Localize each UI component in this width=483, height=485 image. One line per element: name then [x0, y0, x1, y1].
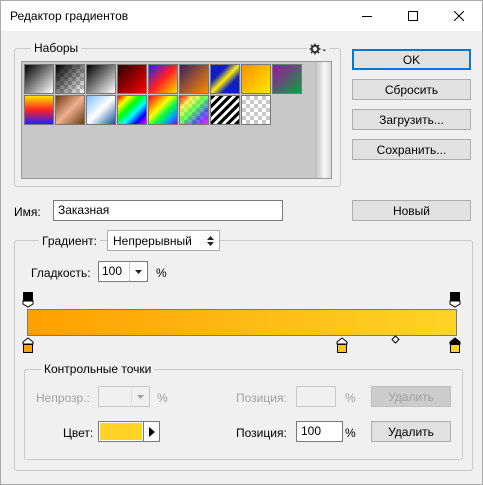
name-label: Имя:: [14, 205, 41, 219]
preset-swatch[interactable]: [148, 64, 178, 94]
smoothness-label: Гладкость:: [31, 266, 91, 280]
opacity-stop-left[interactable]: [22, 291, 35, 308]
delete-color-stop-button[interactable]: Удалить: [371, 421, 451, 442]
preset-swatch[interactable]: [272, 64, 302, 94]
gradient-type-select[interactable]: Непрерывный: [107, 230, 220, 251]
preset-swatch[interactable]: [86, 64, 116, 94]
presets-list[interactable]: [21, 61, 332, 179]
opacity-label: Непрозр.:: [36, 391, 90, 405]
updown-arrows-icon: [207, 236, 214, 246]
smoothness-dropdown[interactable]: [129, 262, 147, 281]
preset-swatch[interactable]: [55, 64, 85, 94]
preset-swatch[interactable]: [86, 95, 116, 125]
gradient-preview-bar[interactable]: [27, 309, 457, 336]
presets-legend: Наборы: [31, 41, 82, 55]
minimize-icon: [362, 16, 372, 17]
triangle-right-icon: [148, 426, 155, 437]
smoothness-input[interactable]: 100: [98, 261, 148, 282]
color-stop-middle[interactable]: [336, 337, 349, 354]
color-stop-left[interactable]: [22, 337, 35, 354]
gradient-type-label: Градиент:: [39, 234, 101, 248]
presets-menu-button[interactable]: [307, 41, 329, 56]
maximize-icon: [408, 11, 418, 21]
minimize-button[interactable]: [344, 1, 390, 31]
new-button[interactable]: Новый: [352, 200, 471, 221]
preset-swatch[interactable]: [24, 95, 54, 125]
color-position-unit: %: [345, 426, 356, 440]
preset-swatch[interactable]: [210, 95, 240, 125]
color-position-input[interactable]: 100: [296, 421, 343, 442]
window-title: Редактор градиентов: [10, 9, 129, 23]
chevron-down-icon: [135, 269, 142, 274]
chevron-down-icon: [137, 394, 144, 399]
preset-swatch[interactable]: [210, 64, 240, 94]
close-icon: [454, 11, 464, 21]
ok-button[interactable]: OK: [352, 49, 471, 70]
gradient-editor-window: Редактор градиентов Наборы OK Сбросить З…: [0, 0, 483, 485]
smoothness-value: 100: [102, 264, 123, 278]
maximize-button[interactable]: [390, 1, 436, 31]
stops-legend: Контрольные точки: [41, 362, 155, 376]
color-stop-right-selected[interactable]: [449, 337, 462, 354]
opacity-position-input[interactable]: [296, 386, 336, 407]
gradient-type-value: Непрерывный: [113, 233, 192, 248]
preset-swatch[interactable]: [117, 64, 147, 94]
preset-swatch[interactable]: [241, 64, 271, 94]
color-label: Цвет:: [63, 426, 94, 440]
preset-swatch[interactable]: [241, 95, 271, 125]
opacity-unit: %: [157, 391, 168, 405]
gear-icon: [309, 43, 326, 54]
close-button[interactable]: [436, 1, 482, 31]
opacity-input[interactable]: [98, 386, 150, 407]
save-button[interactable]: Сохранить...: [352, 139, 471, 160]
reset-button[interactable]: Сбросить: [352, 79, 471, 100]
smoothness-unit: %: [156, 266, 167, 280]
preset-swatch[interactable]: [148, 95, 178, 125]
presets-scrollbar[interactable]: [315, 62, 331, 178]
delete-opacity-stop-button[interactable]: Удалить: [371, 386, 451, 407]
opacity-dropdown[interactable]: [131, 387, 149, 406]
color-picker[interactable]: [98, 421, 160, 442]
color-menu-button[interactable]: [143, 422, 159, 441]
preset-swatch[interactable]: [117, 95, 147, 125]
name-input[interactable]: Заказная: [53, 200, 283, 221]
color-position-label: Позиция:: [236, 426, 287, 440]
opacity-position-label: Позиция:: [236, 391, 287, 405]
preset-swatch[interactable]: [55, 95, 85, 125]
preset-swatch[interactable]: [24, 64, 54, 94]
opacity-stop-right[interactable]: [449, 291, 462, 308]
title-bar: Редактор градиентов: [1, 1, 482, 31]
opacity-position-unit: %: [345, 391, 356, 405]
preset-swatch[interactable]: [179, 64, 209, 94]
stops-group: [24, 369, 463, 460]
load-button[interactable]: Загрузить...: [352, 109, 471, 130]
midpoint-diamond-icon[interactable]: [391, 335, 400, 344]
preset-swatch[interactable]: [179, 95, 209, 125]
color-swatch[interactable]: [100, 423, 142, 440]
